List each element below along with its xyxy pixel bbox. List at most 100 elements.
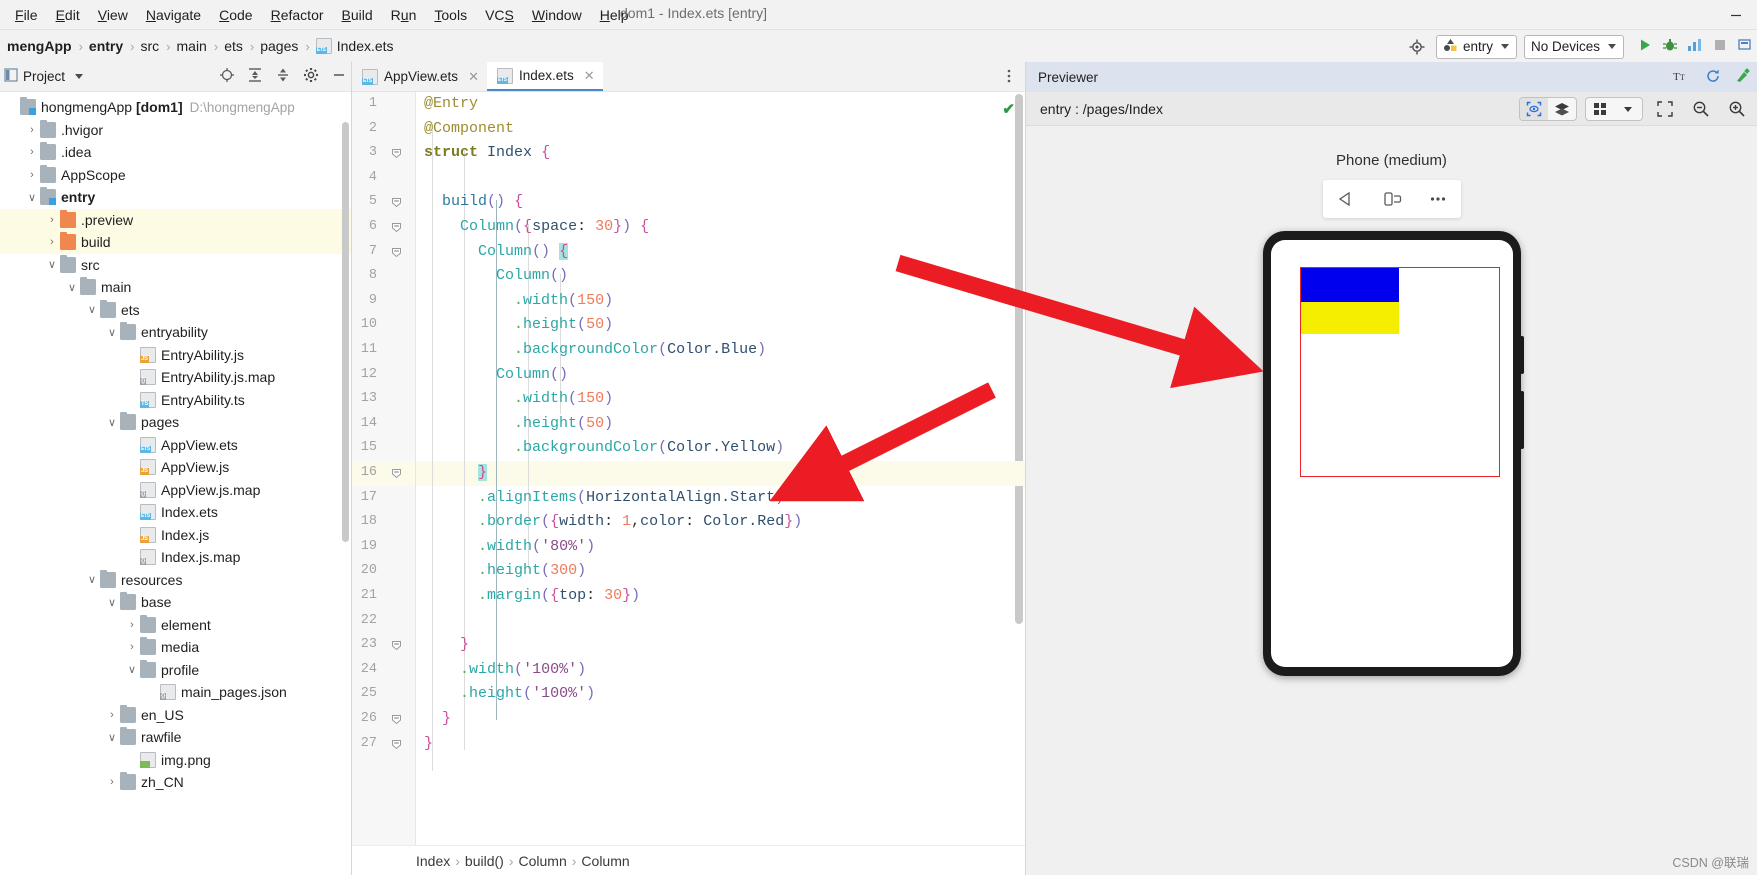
target-icon[interactable] xyxy=(1405,35,1429,59)
code-area[interactable]: ✔ @Entry @Component struct Index { build()… xyxy=(416,92,1025,845)
tree-item--preview[interactable]: › .preview xyxy=(0,208,351,231)
tree-item-entryability[interactable]: ∨ entryability xyxy=(0,321,351,344)
tree-item-img-png[interactable]: ›img.png xyxy=(0,749,351,772)
fold-marker-icon[interactable] xyxy=(390,639,403,652)
tree-item--hvigor[interactable]: › .hvigor xyxy=(0,119,351,142)
tree-item-rawfile[interactable]: ∨ rawfile xyxy=(0,726,351,749)
tree-item-entry[interactable]: ∨ entry xyxy=(0,186,351,209)
project-tree[interactable]: ›hongmengApp [dom1]D:\hongmengApp›.hvigo… xyxy=(0,92,351,875)
fold-marker-icon[interactable] xyxy=(390,246,403,259)
settings-icon[interactable] xyxy=(1735,67,1751,87)
chevron-right-icon[interactable]: › xyxy=(24,146,40,158)
editor-tab-index-ets[interactable]: Index.ets ✕ xyxy=(486,62,603,91)
tree-item-main[interactable]: ∨ main xyxy=(0,276,351,299)
stop-icon[interactable] xyxy=(1712,37,1728,56)
structure-breadcrumb-item-column[interactable]: Column xyxy=(519,853,567,869)
menu-item-tools[interactable]: Tools xyxy=(425,5,476,25)
chevron-down-icon[interactable]: ∨ xyxy=(104,326,120,339)
tree-item-resources[interactable]: ∨ resources xyxy=(0,569,351,592)
fold-marker-icon[interactable] xyxy=(390,196,403,209)
layers-icon[interactable] xyxy=(1548,98,1576,120)
tree-item-ets[interactable]: ∨ ets xyxy=(0,299,351,322)
breadcrumb-item-entry[interactable]: entry xyxy=(86,38,126,54)
chevron-down-icon[interactable] xyxy=(75,74,84,79)
menu-item-view[interactable]: View xyxy=(89,5,137,25)
tree-item-base[interactable]: ∨ base xyxy=(0,591,351,614)
tree-item-src[interactable]: ∨ src xyxy=(0,254,351,277)
tree-item-element[interactable]: › element xyxy=(0,614,351,637)
tree-item-index-js-map[interactable]: ›Index.js.map xyxy=(0,546,351,569)
chevron-down-icon[interactable]: ∨ xyxy=(84,573,100,586)
hide-panel-icon[interactable] xyxy=(331,67,347,86)
breadcrumb-item-pages[interactable]: pages xyxy=(257,38,301,54)
editor-scrollbar[interactable] xyxy=(1015,94,1023,624)
project-tree-scrollbar[interactable] xyxy=(342,122,349,542)
tree-item-appscope[interactable]: › AppScope xyxy=(0,164,351,187)
font-size-icon[interactable]: TT xyxy=(1673,69,1691,86)
chevron-right-icon[interactable]: › xyxy=(124,619,140,631)
menu-item-vcs[interactable]: VCS xyxy=(476,5,523,25)
fold-marker-icon[interactable] xyxy=(390,713,403,726)
chevron-right-icon[interactable]: › xyxy=(124,641,140,653)
editor-tab-appview-ets[interactable]: AppView.ets ✕ xyxy=(352,62,487,91)
tree-item-index-js[interactable]: ›Index.js xyxy=(0,524,351,547)
tree-item-profile[interactable]: ∨ profile xyxy=(0,659,351,682)
editor-structure-breadcrumb[interactable]: Index › build() › Column › Column xyxy=(352,845,1025,875)
refresh-icon[interactable] xyxy=(1705,68,1721,87)
chevron-right-icon[interactable]: › xyxy=(24,169,40,181)
breadcrumb-item-index-ets[interactable]: Index.ets xyxy=(313,38,397,54)
device-screen[interactable] xyxy=(1270,240,1513,667)
breadcrumb-item-src[interactable]: src xyxy=(137,38,162,54)
menu-item-navigate[interactable]: Navigate xyxy=(137,5,210,25)
tree-item-appview-ets[interactable]: ›AppView.ets xyxy=(0,434,351,457)
rotate-icon[interactable] xyxy=(1369,180,1415,218)
chevron-down-icon[interactable]: ∨ xyxy=(84,303,100,316)
tree-item-main-pages-json[interactable]: ›main_pages.json xyxy=(0,681,351,704)
chevron-down-icon[interactable]: ∨ xyxy=(104,731,120,744)
chevron-right-icon[interactable]: › xyxy=(24,124,40,136)
profiler-icon[interactable] xyxy=(1687,37,1703,56)
tree-item-en-us[interactable]: › en_US xyxy=(0,704,351,727)
chevron-right-icon[interactable]: › xyxy=(104,709,120,721)
tree-item-entryability-js-map[interactable]: ›EntryAbility.js.map xyxy=(0,366,351,389)
chevron-down-icon[interactable] xyxy=(1614,98,1642,120)
menu-item-run[interactable]: Run xyxy=(382,5,426,25)
chevron-down-icon[interactable]: ∨ xyxy=(104,416,120,429)
tree-item-index-ets[interactable]: ›Index.ets xyxy=(0,501,351,524)
menu-item-code[interactable]: Code xyxy=(210,5,261,25)
collapse-all-icon[interactable] xyxy=(275,67,291,86)
menu-item-file[interactable]: File xyxy=(6,5,47,25)
chevron-down-icon[interactable]: ∨ xyxy=(64,281,80,294)
tree-item-media[interactable]: › media xyxy=(0,636,351,659)
editor-options-icon[interactable] xyxy=(1001,68,1017,87)
chevron-down-icon[interactable]: ∨ xyxy=(44,258,60,271)
close-icon[interactable]: ✕ xyxy=(584,68,595,84)
module-selector[interactable]: entry xyxy=(1435,34,1517,59)
zoom-out-icon[interactable] xyxy=(1687,98,1715,120)
locate-icon[interactable] xyxy=(219,67,235,86)
close-icon[interactable]: ✕ xyxy=(468,69,479,85)
tree-item-entryability-js[interactable]: ›EntryAbility.js xyxy=(0,344,351,367)
editor-body[interactable]: 1 2 3 4 5 6 7 8 9 10 11 12 13 14 15 16 17 18 19 20 21 22 23 24 2… xyxy=(352,92,1025,845)
back-icon[interactable] xyxy=(1323,180,1369,218)
tree-item-appview-js[interactable]: ›AppView.js xyxy=(0,456,351,479)
structure-breadcrumb-item-column[interactable]: Column xyxy=(581,853,629,869)
chevron-down-icon[interactable]: ∨ xyxy=(24,191,40,204)
tree-item-appview-js-map[interactable]: ›AppView.js.map xyxy=(0,479,351,502)
zoom-in-icon[interactable] xyxy=(1723,98,1751,120)
fold-marker-icon[interactable] xyxy=(390,221,403,234)
fold-marker-icon[interactable] xyxy=(390,467,403,480)
tree-item-build[interactable]: › build xyxy=(0,231,351,254)
tree-item-entryability-ts[interactable]: ›EntryAbility.ts xyxy=(0,389,351,412)
menu-item-build[interactable]: Build xyxy=(333,5,382,25)
menu-item-window[interactable]: Window xyxy=(523,5,591,25)
chevron-right-icon[interactable]: › xyxy=(104,776,120,788)
chevron-right-icon[interactable]: › xyxy=(44,214,60,226)
tree-item-pages[interactable]: ∨ pages xyxy=(0,411,351,434)
menu-item-edit[interactable]: Edit xyxy=(47,5,89,25)
menu-item-refactor[interactable]: Refactor xyxy=(262,5,333,25)
minimize-icon[interactable] xyxy=(1715,0,1757,29)
structure-breadcrumb-item-build-[interactable]: build() xyxy=(465,853,504,869)
device-selector[interactable]: No Devices xyxy=(1523,34,1624,59)
fit-icon[interactable] xyxy=(1651,98,1679,120)
